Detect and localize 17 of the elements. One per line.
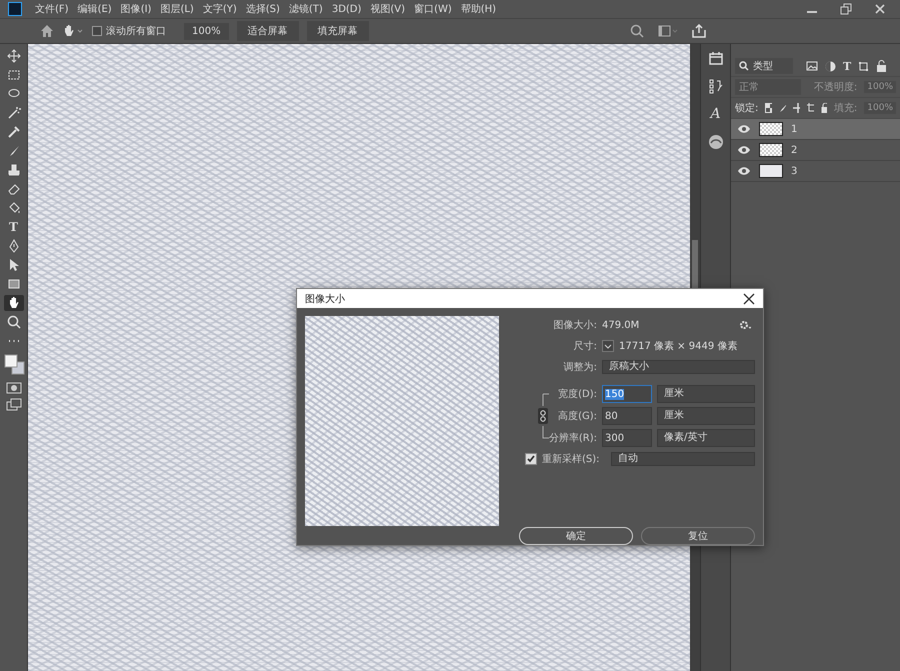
fill-label: 填充: [834,102,858,115]
fit-to-label: 调整为: [562,360,597,374]
layer-name: 3 [791,166,798,176]
field-label: 宽度(D): [557,388,597,401]
field-label: 高度(G): [557,410,597,423]
field-label: 分辨率(R): [548,432,597,445]
layer-name: 1 [791,124,798,134]
checkbox-label: 滚动所有窗口 [106,24,166,38]
size-value: 479.0M [602,320,640,330]
lock-label: 锁定: [735,102,758,115]
resample-label: 重新采样(S): [542,452,601,466]
dialog-title: 图像大小 [305,292,345,306]
dimensions-label: 尺寸: [572,340,597,353]
dimensions-value: 17717 像素 × 9449 像素 [619,340,738,353]
opacity-label: 不透明度: [814,80,858,94]
layer-name: 2 [791,144,798,156]
size-label: 图像大小: [552,318,597,332]
